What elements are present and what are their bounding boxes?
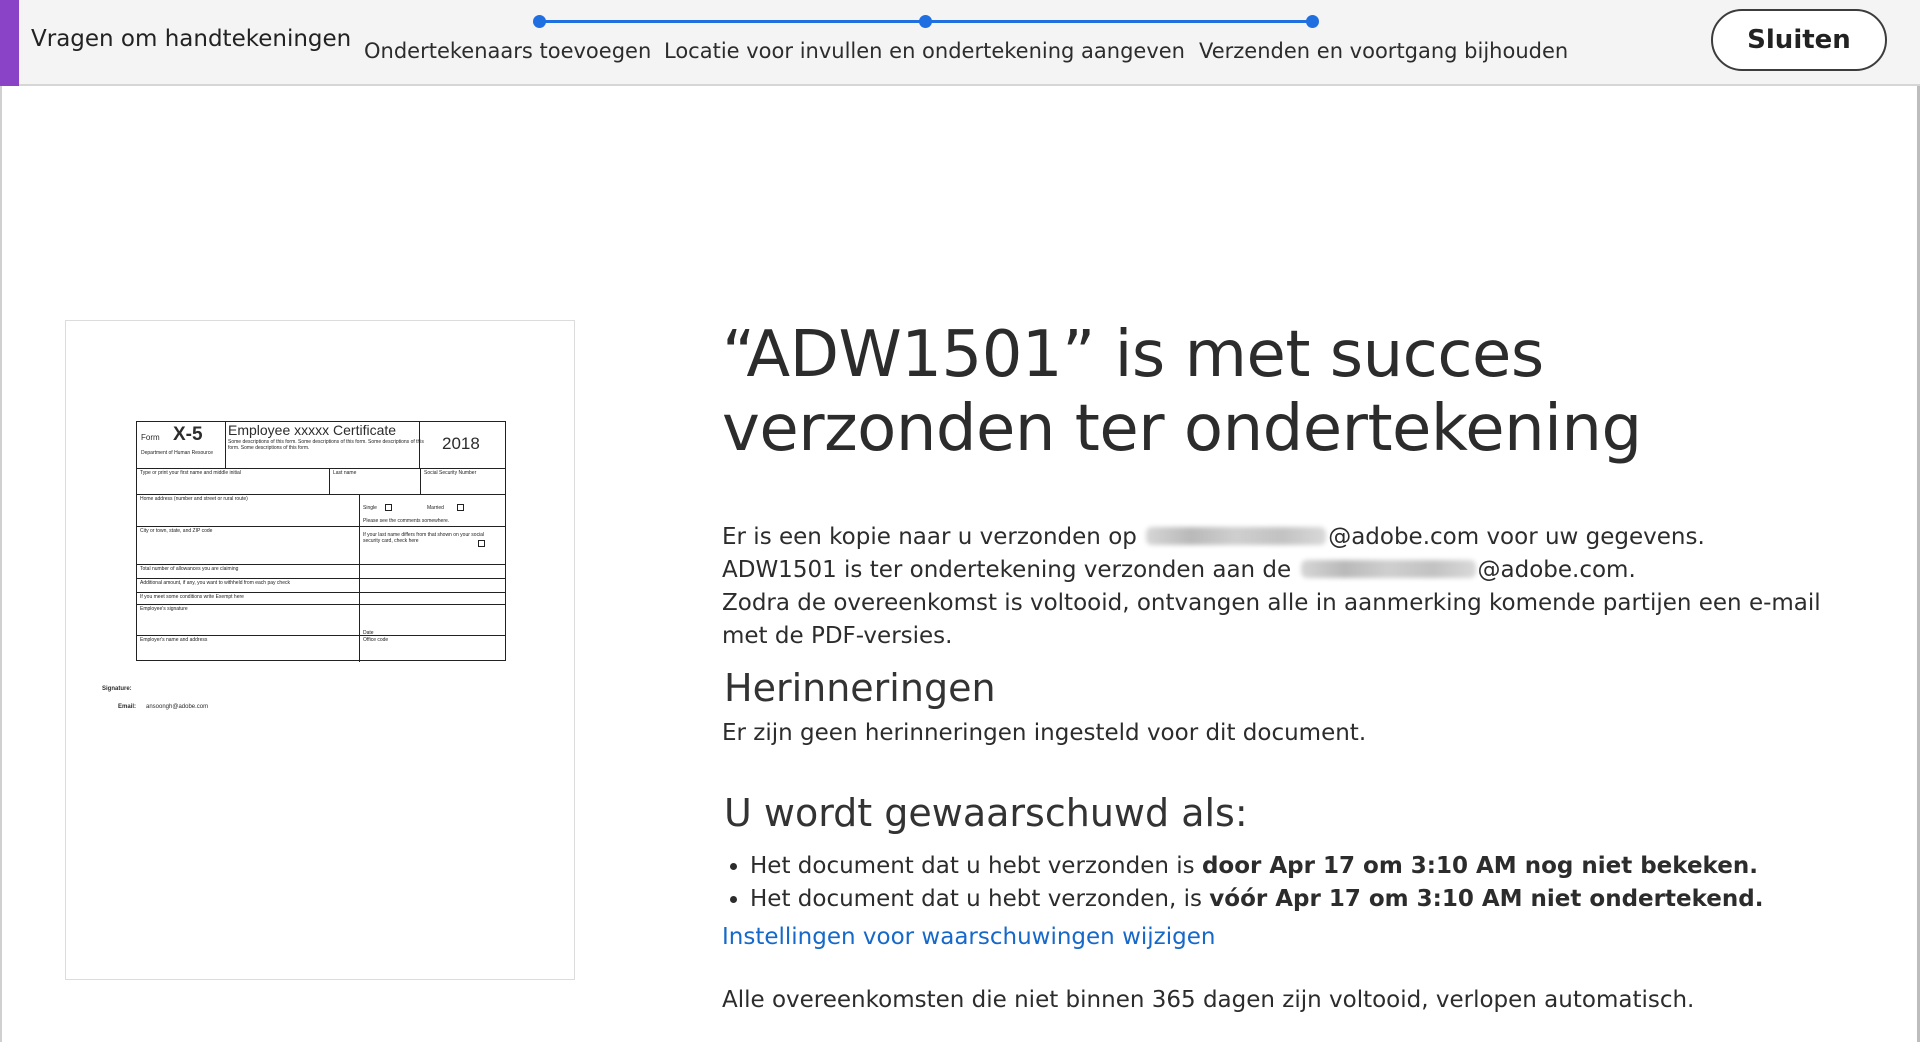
dept-label: Department of Human Resource [141, 450, 213, 456]
address-label: Home address (number and street or rural… [140, 496, 248, 502]
change-alert-settings-link[interactable]: Instellingen voor waarschuwingen wijzige… [722, 924, 1215, 950]
redacted-email [1146, 526, 1327, 545]
email-label: Email: [118, 704, 137, 710]
document-thumbnail: Form X-5 Department of Human Resource Em… [65, 320, 575, 980]
married-checkbox [457, 504, 464, 511]
single-checkbox [385, 504, 392, 511]
single-label: Single [363, 505, 377, 511]
progress-stepper: Ondertekenaars toevoegen Locatie voor in… [0, 0, 1600, 86]
form-preview: Form X-5 Department of Human Resource Em… [136, 421, 506, 662]
confirmation-panel: “ADW1501” is met succes verzonden ter on… [722, 318, 1862, 1017]
form-title: Employee xxxxx Certificate [228, 422, 397, 438]
completion-text: Zodra de overeenkomst is voltooid, ontva… [722, 590, 1821, 649]
step-label-place-fields[interactable]: Locatie voor invullen en ondertekening a… [664, 39, 1185, 63]
note-label: Please see the comments somewhere. [363, 518, 450, 524]
name-differs-checkbox [478, 540, 485, 547]
exempt-label: If you meet some conditions write Exempt… [140, 594, 244, 600]
form-description: Some descriptions of this form. Some des… [228, 439, 424, 451]
step-label-add-signers[interactable]: Ondertekenaars toevoegen [364, 39, 651, 63]
step-dot-2[interactable] [919, 15, 932, 28]
close-button[interactable]: Sluiten [1711, 9, 1887, 71]
window-border-left [0, 86, 2, 1042]
step-label-send-track[interactable]: Verzenden en voortgang bijhouden [1199, 39, 1568, 63]
reminders-heading: Herinneringen [724, 666, 996, 710]
form-year: 2018 [442, 434, 480, 453]
notify-heading: U wordt gewaarschuwd als: [724, 791, 1248, 835]
allowances-label: Total number of allowances you are claim… [140, 566, 239, 572]
form-id: X-5 [173, 424, 203, 445]
top-bar: Vragen om handtekeningen Ondertekenaars … [0, 0, 1920, 86]
copy-sent-line: Er is een kopie naar u verzonden op @ado… [722, 524, 1705, 550]
reminders-text: Er zijn geen herinneringen ingesteld voo… [722, 720, 1367, 746]
step-connector [540, 20, 926, 23]
step-dot-3[interactable] [1306, 15, 1319, 28]
email-value: ansoongh@adobe.com [146, 704, 209, 710]
signature-label: Signature: [102, 686, 132, 692]
employer-label: Employer's name and address [140, 637, 208, 643]
step-dot-1[interactable] [533, 15, 546, 28]
ssn-label: Social Security Number [424, 470, 477, 476]
last-name-label: Last name [333, 470, 357, 476]
info-block: Er is een kopie naar u verzonden op @ado… [722, 521, 1862, 653]
expiration-text: Alle overeenkomsten die niet binnen 365 … [722, 987, 1695, 1013]
name-differs-label: If your last name differs from that show… [363, 532, 485, 544]
married-label: Married [427, 505, 444, 511]
form-prefix: Form [141, 433, 160, 442]
page-title: “ADW1501” is met succes verzonden ter on… [722, 318, 1642, 466]
city-label: City or town, state, and ZIP code [140, 528, 213, 534]
notify-list: Het document dat u hebt verzonden is doo… [722, 850, 1862, 916]
office-code-label: Office code [363, 637, 389, 643]
name-label: Type or print your first name and middle… [140, 470, 241, 476]
notify-item-not-signed: Het document dat u hebt verzonden, is vó… [750, 883, 1862, 916]
employee-signature-label: Employee's signature [140, 606, 188, 612]
step-connector [926, 20, 1312, 23]
redacted-email [1300, 559, 1476, 578]
additional-label: Additional amount, if any, you want to w… [140, 580, 290, 586]
notify-item-not-viewed: Het document dat u hebt verzonden is doo… [750, 850, 1862, 883]
sent-to-line: ADW1501 is ter ondertekening verzonden a… [722, 557, 1636, 583]
